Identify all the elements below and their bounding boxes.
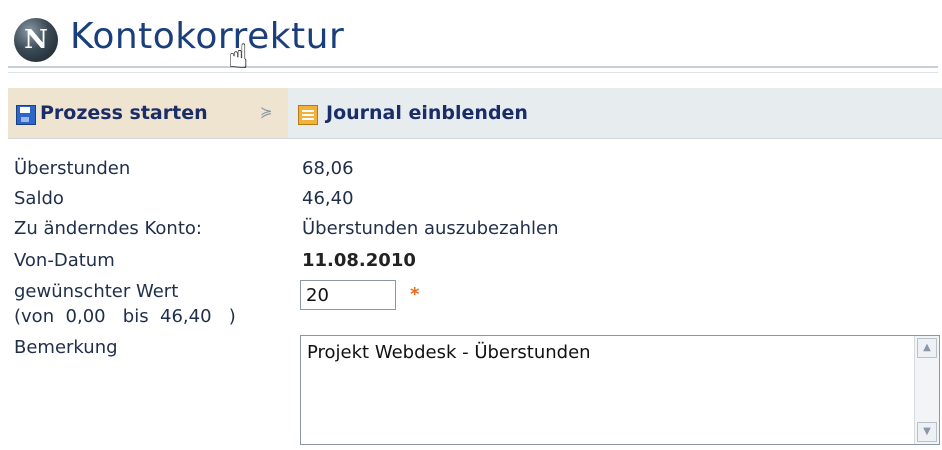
- hand-cursor-icon: ☝: [228, 37, 249, 77]
- remark-textarea[interactable]: Projekt Webdesk - Überstunden ▲ ▼: [300, 335, 940, 445]
- account-value: Überstunden auszubezahlen: [302, 218, 559, 239]
- title-divider: [8, 66, 938, 68]
- page-title: Kontokorrektur: [70, 16, 345, 57]
- overtime-value: 68,06: [302, 158, 354, 179]
- scroll-up-icon[interactable]: ▲: [917, 338, 937, 358]
- start-process-label: Prozess starten: [40, 102, 208, 124]
- netscape-logo-icon: N: [14, 18, 58, 62]
- show-journal-label: Journal einblenden: [326, 102, 528, 124]
- save-icon: [16, 105, 36, 125]
- desired-value-range: (von 0,00 bis 46,40 ): [14, 306, 236, 327]
- show-journal-button[interactable]: Journal einblenden: [290, 88, 600, 138]
- start-process-button[interactable]: Prozess starten ≽: [8, 88, 288, 138]
- balance-value: 46,40: [302, 188, 354, 209]
- logo-letter: N: [24, 25, 48, 55]
- remark-scrollbar[interactable]: ▲ ▼: [914, 336, 939, 444]
- toolbar: Prozess starten ≽ Journal einblenden: [8, 88, 942, 139]
- required-marker: *: [410, 284, 420, 305]
- from-date-value: 11.08.2010: [302, 250, 416, 271]
- account-label: Zu änderndes Konto:: [14, 218, 202, 239]
- scroll-down-icon[interactable]: ▼: [917, 422, 937, 442]
- title-bar: N Kontokorrektur: [8, 14, 938, 68]
- chevron-down-icon[interactable]: ≽: [260, 103, 273, 121]
- remark-text: Projekt Webdesk - Überstunden: [307, 342, 591, 363]
- overtime-label: Überstunden: [14, 158, 131, 179]
- journal-icon: [298, 105, 318, 125]
- from-date-label: Von-Datum: [14, 250, 115, 271]
- desired-value-label: gewünschter Wert: [14, 281, 179, 302]
- title-divider-secondary: [8, 72, 938, 73]
- balance-label: Saldo: [14, 188, 64, 209]
- desired-value-input[interactable]: [300, 280, 396, 310]
- remark-label: Bemerkung: [14, 337, 118, 358]
